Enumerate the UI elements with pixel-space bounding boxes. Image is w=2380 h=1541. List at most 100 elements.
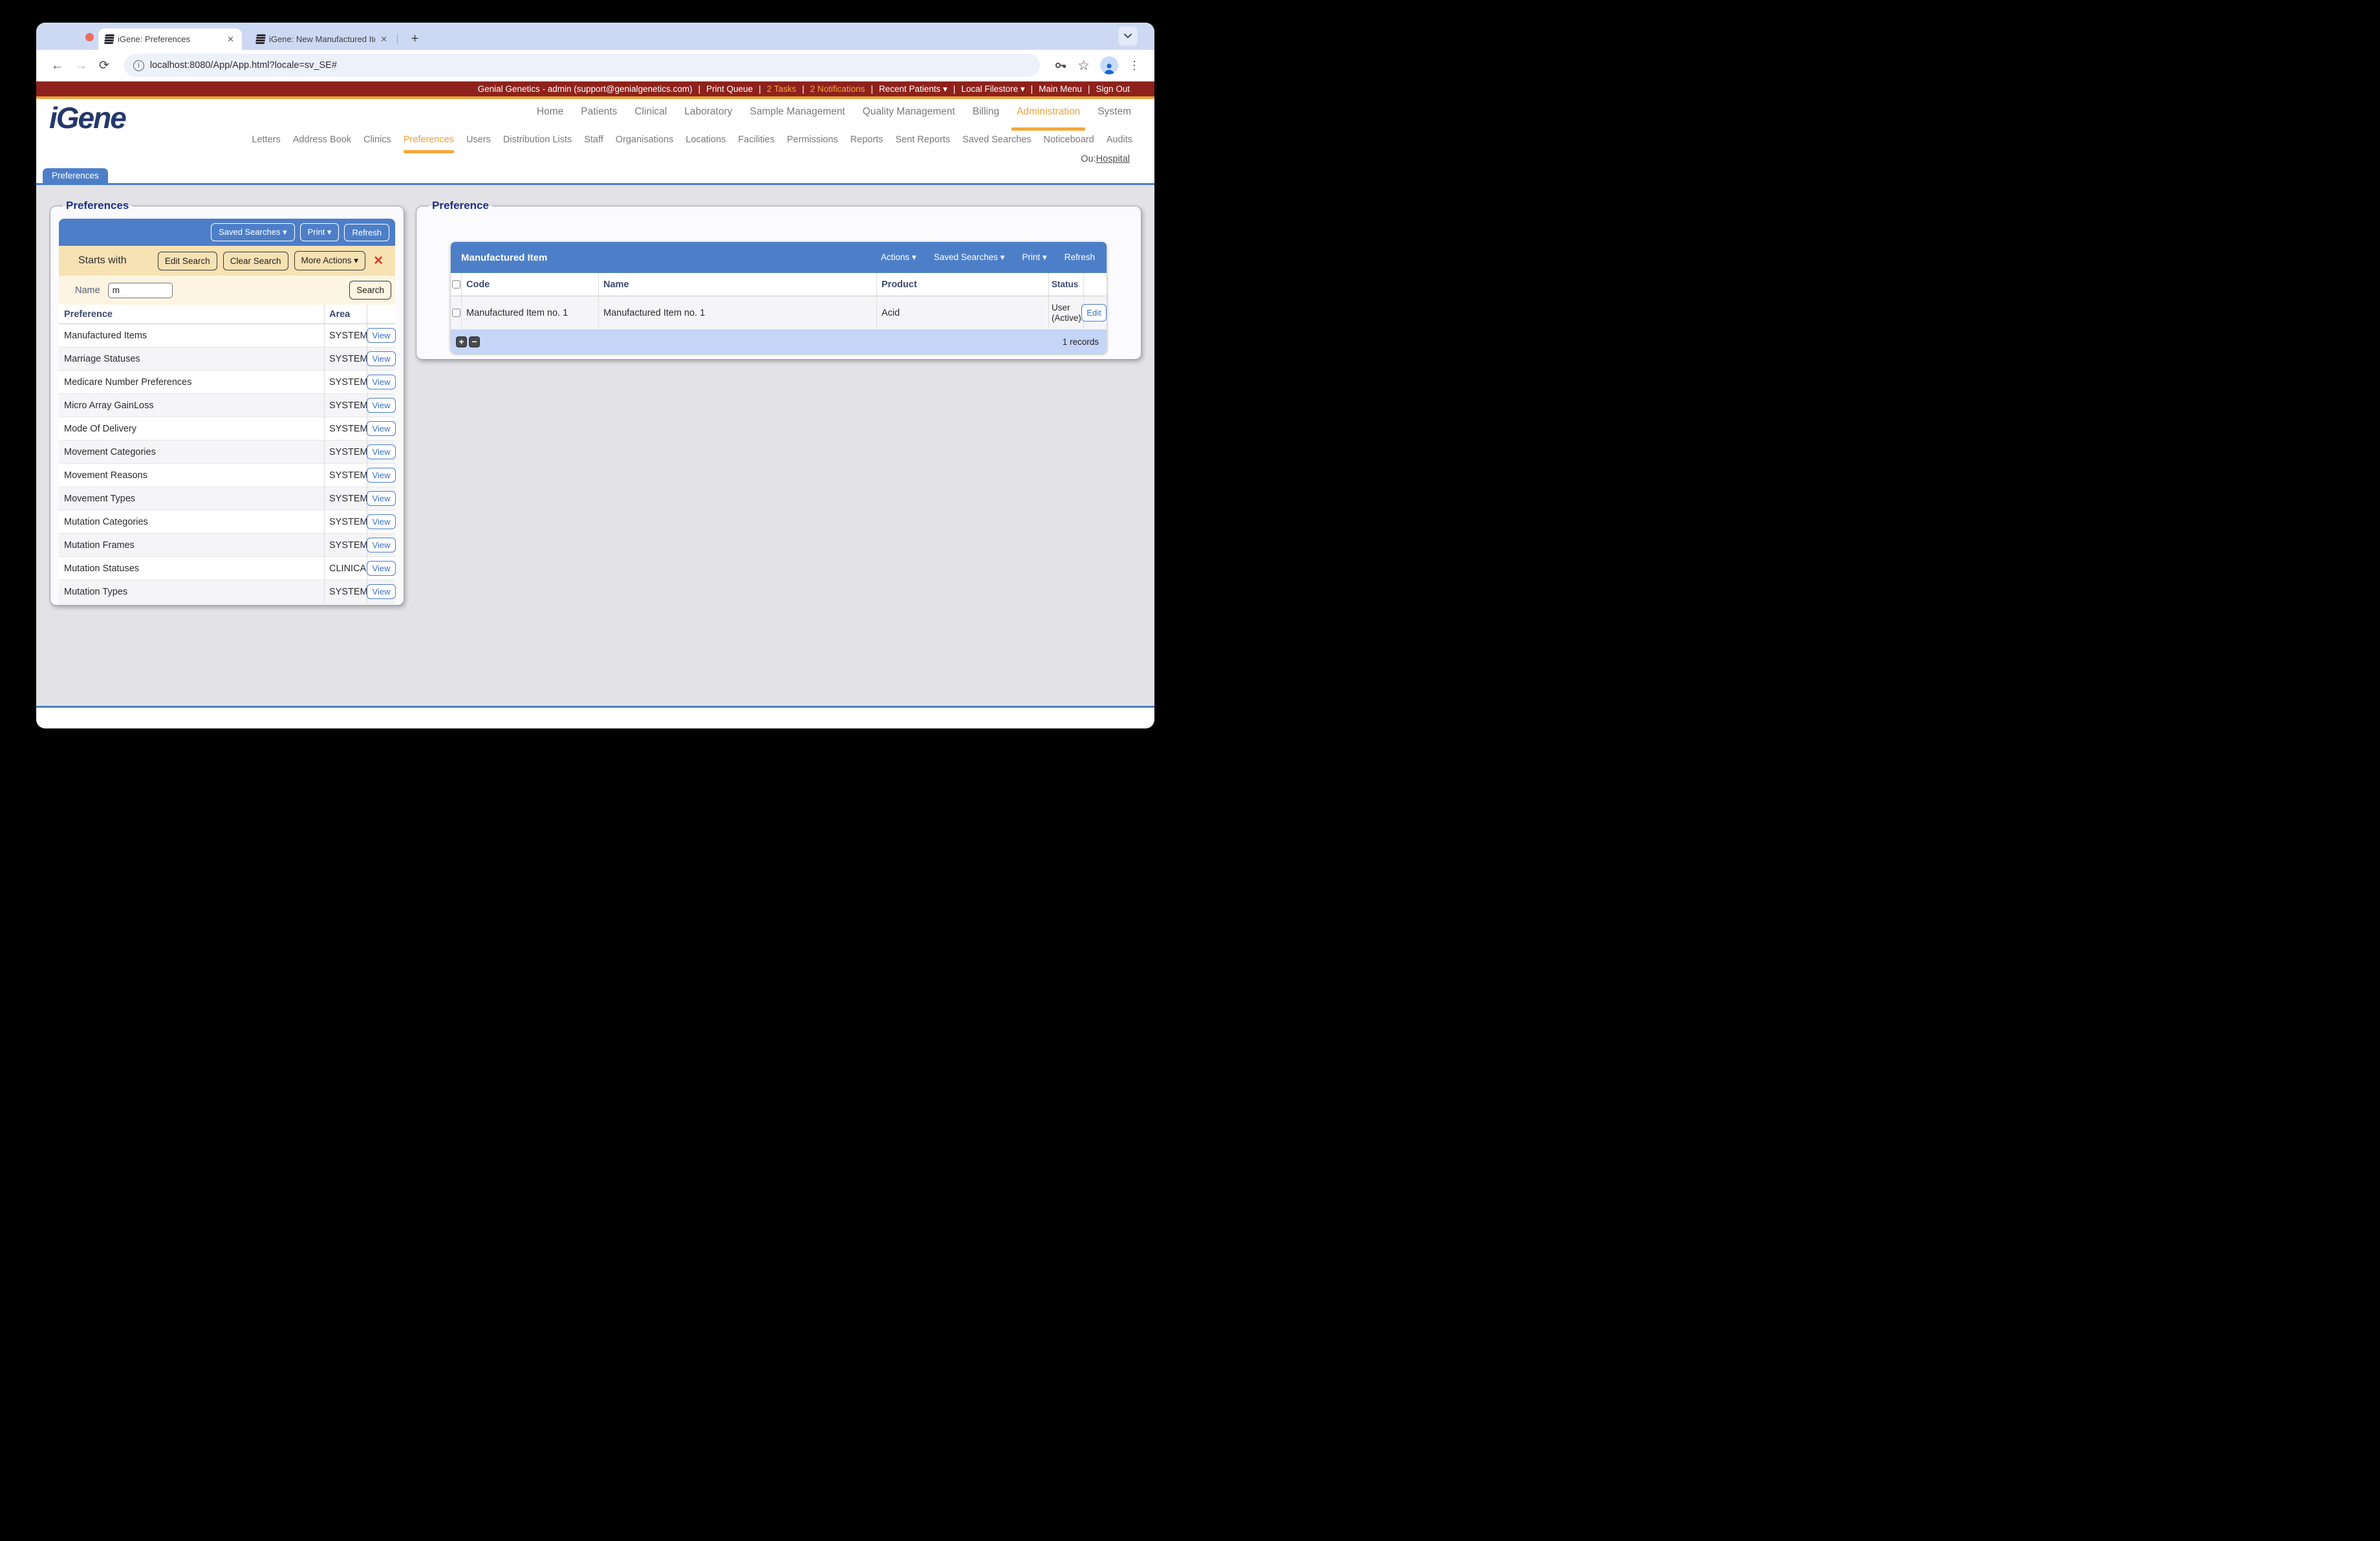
sub-nav-item[interactable]: Users <box>466 135 491 145</box>
profile-avatar[interactable] <box>1100 56 1118 74</box>
edit-button[interactable]: Edit <box>1081 304 1106 322</box>
row-checkbox[interactable] <box>452 309 460 317</box>
bookmark-star-icon[interactable]: ☆ <box>1077 58 1090 74</box>
session-link[interactable]: |Print Queue <box>693 84 753 94</box>
sub-nav-item[interactable]: Permissions <box>787 135 838 145</box>
main-nav-item[interactable]: Laboratory <box>684 106 732 118</box>
refresh-button[interactable]: Refresh <box>344 224 389 241</box>
password-key-icon[interactable] <box>1054 59 1067 72</box>
main-nav-item[interactable]: Administration <box>1017 106 1080 118</box>
view-button[interactable]: View <box>367 468 396 483</box>
search-title: Starts with <box>78 255 152 267</box>
column-header-status: Status <box>1048 273 1083 296</box>
session-link[interactable]: |Local Filestore ▾ <box>947 84 1025 94</box>
clear-search-button[interactable]: Clear Search <box>223 252 288 270</box>
page-content: Preferences Saved Searches ▾ Print ▾ Ref… <box>36 185 1154 706</box>
view-button[interactable]: View <box>367 561 396 576</box>
close-search-icon[interactable]: ✕ <box>373 254 384 268</box>
sub-nav-item[interactable]: Organisations <box>616 135 673 145</box>
reload-icon[interactable]: ⟳ <box>99 60 109 72</box>
search-button[interactable]: Search <box>349 281 391 300</box>
tab-close-icon[interactable]: ✕ <box>379 34 389 45</box>
sub-nav-item[interactable]: Clinics <box>363 135 391 145</box>
saved-searches-button[interactable]: Saved Searches ▾ <box>211 223 295 241</box>
table-row: Mutation Categories SYSTEM View <box>59 510 395 534</box>
browser-menu-icon[interactable]: ⋮ <box>1129 59 1140 72</box>
session-link[interactable]: |2 Notifications <box>796 84 865 94</box>
preferences-table-body: Manufactured Items SYSTEM View Marriage … <box>59 324 395 604</box>
manufactured-item-toolbar: Manufactured Item Actions ▾ Saved Search… <box>451 242 1107 273</box>
main-nav-item[interactable]: Sample Management <box>750 106 845 118</box>
tab-close-icon[interactable]: ✕ <box>226 34 235 45</box>
page-tab-preferences[interactable]: Preferences <box>43 168 108 183</box>
main-nav-item[interactable]: Quality Management <box>863 106 955 118</box>
sub-nav-item[interactable]: Letters <box>252 135 280 145</box>
actions-menu[interactable]: Actions ▾ <box>881 252 916 263</box>
back-icon[interactable]: ← <box>51 60 63 72</box>
remove-record-button[interactable]: − <box>469 336 480 347</box>
name-input[interactable] <box>108 283 173 298</box>
main-nav-item[interactable]: Patients <box>581 106 617 118</box>
saved-searches-menu[interactable]: Saved Searches ▾ <box>934 252 1005 263</box>
preferences-panel-legend: Preferences <box>63 199 132 212</box>
area-cell: SYSTEM <box>324 580 367 603</box>
sub-nav-item[interactable]: Locations <box>686 135 726 145</box>
edit-search-button[interactable]: Edit Search <box>158 252 217 270</box>
main-nav-item[interactable]: Clinical <box>634 106 667 118</box>
main-nav-item[interactable]: System <box>1098 106 1131 118</box>
sub-nav-item[interactable]: Audits <box>1107 135 1132 145</box>
browser-tab-active[interactable]: iGene: Preferences ✕ <box>98 28 242 50</box>
site-info-icon[interactable]: i <box>133 60 144 71</box>
view-button[interactable]: View <box>367 538 396 552</box>
view-button[interactable]: View <box>367 514 396 529</box>
print-button[interactable]: Print ▾ <box>300 223 340 241</box>
url-field[interactable]: localhost:8080/App/App.html?locale=sv_SE… <box>150 60 337 71</box>
area-cell: SYSTEM <box>324 324 367 347</box>
close-window-button[interactable] <box>85 33 94 41</box>
view-button[interactable]: View <box>367 398 396 413</box>
preference-panel: Preference Manufactured Item Actions ▾ S… <box>416 199 1141 360</box>
table-footer: + − 1 records <box>451 330 1107 353</box>
forward-icon[interactable]: → <box>75 60 87 72</box>
tab-search-button[interactable] <box>1118 27 1138 46</box>
view-button[interactable]: View <box>367 328 396 343</box>
refresh-link[interactable]: Refresh <box>1065 252 1095 263</box>
sub-nav-item[interactable]: Noticeboard <box>1044 135 1094 145</box>
more-actions-button[interactable]: More Actions ▾ <box>294 251 366 270</box>
separator: | <box>693 84 707 94</box>
main-nav-item[interactable]: Billing <box>973 106 999 118</box>
session-link[interactable]: |2 Tasks <box>753 84 796 94</box>
print-menu[interactable]: Print ▾ <box>1022 252 1046 263</box>
ou-hospital-link[interactable]: Hospital <box>1096 154 1130 164</box>
session-link[interactable]: |Recent Patients ▾ <box>865 84 947 94</box>
session-link[interactable]: |Sign Out <box>1082 84 1130 94</box>
view-button[interactable]: View <box>367 491 396 506</box>
main-nav-item[interactable]: Home <box>537 106 563 118</box>
column-header-area: Area <box>324 305 367 323</box>
address-bar[interactable]: i localhost:8080/App/App.html?locale=sv_… <box>124 54 1040 77</box>
preference-cell: Mutation Types <box>59 580 324 603</box>
sub-nav-item[interactable]: Preferences <box>404 135 454 145</box>
sub-nav-item[interactable]: Saved Searches <box>962 135 1031 145</box>
new-tab-button[interactable]: + <box>406 30 424 48</box>
main-nav: Home Patients Clinical Laboratory Sample Man… <box>537 106 1131 118</box>
view-button[interactable]: View <box>367 375 396 389</box>
view-button[interactable]: View <box>367 584 396 599</box>
browser-tab-inactive[interactable]: iGene: New Manufactured Ite ✕ <box>250 28 395 50</box>
select-all-checkbox[interactable] <box>452 280 460 289</box>
sub-nav-item[interactable]: Reports <box>850 135 883 145</box>
session-links: |Print Queue |2 Tasks |2 Notifications |… <box>693 84 1130 94</box>
session-link[interactable]: |Main Menu <box>1025 84 1082 94</box>
sub-nav-item[interactable]: Distribution Lists <box>503 135 572 145</box>
sub-nav-item[interactable]: Address Book <box>293 135 351 145</box>
view-button[interactable]: View <box>367 444 396 459</box>
view-button[interactable]: View <box>367 421 396 436</box>
area-cell: SYSTEM <box>324 464 367 486</box>
view-button[interactable]: View <box>367 351 396 366</box>
sub-nav-item[interactable]: Sent Reports <box>895 135 950 145</box>
sub-nav-item[interactable]: Staff <box>584 135 603 145</box>
sub-nav-item[interactable]: Facilities <box>738 135 774 145</box>
add-record-button[interactable]: + <box>456 336 467 347</box>
preference-cell: Manufactured Items <box>59 324 324 347</box>
table-row: Movement Categories SYSTEM View <box>59 441 395 464</box>
